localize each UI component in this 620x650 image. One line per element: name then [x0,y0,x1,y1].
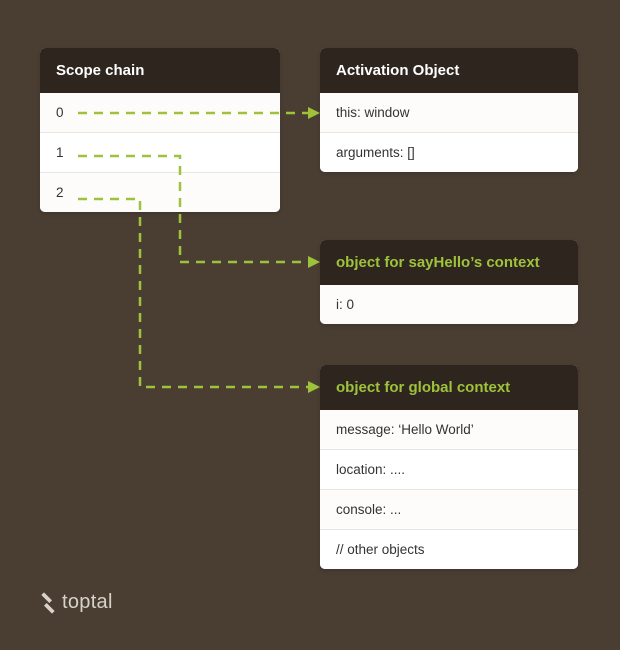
activation-object-title: Activation Object [320,48,578,93]
arrow-2-icon [308,381,320,393]
connector-2 [78,199,308,387]
global-context-box: object for global context message: ‘Hell… [320,365,578,569]
sayhello-row-i: i: 0 [320,285,578,324]
global-row-message: message: ‘Hello World’ [320,410,578,450]
global-context-title: object for global context [320,365,578,410]
sayhello-context-box: object for sayHello’s context i: 0 [320,240,578,324]
global-row-other: // other objects [320,530,578,569]
activation-object-box: Activation Object this: window arguments… [320,48,578,172]
scope-row-1: 1 [40,133,280,173]
activation-row-arguments: arguments: [] [320,133,578,172]
toptal-logo: toptal [40,591,113,614]
activation-row-this: this: window [320,93,578,133]
scope-chain-title: Scope chain [40,48,280,93]
global-row-location: location: .... [320,450,578,490]
global-row-console: console: ... [320,490,578,530]
scope-row-0: 0 [40,93,280,133]
toptal-logo-icon [40,592,56,614]
arrow-0-icon [308,107,320,119]
sayhello-context-title: object for sayHello’s context [320,240,578,285]
scope-chain-box: Scope chain 0 1 2 [40,48,280,212]
arrow-1-icon [308,256,320,268]
scope-row-2: 2 [40,173,280,212]
toptal-logo-text: toptal [62,591,113,614]
